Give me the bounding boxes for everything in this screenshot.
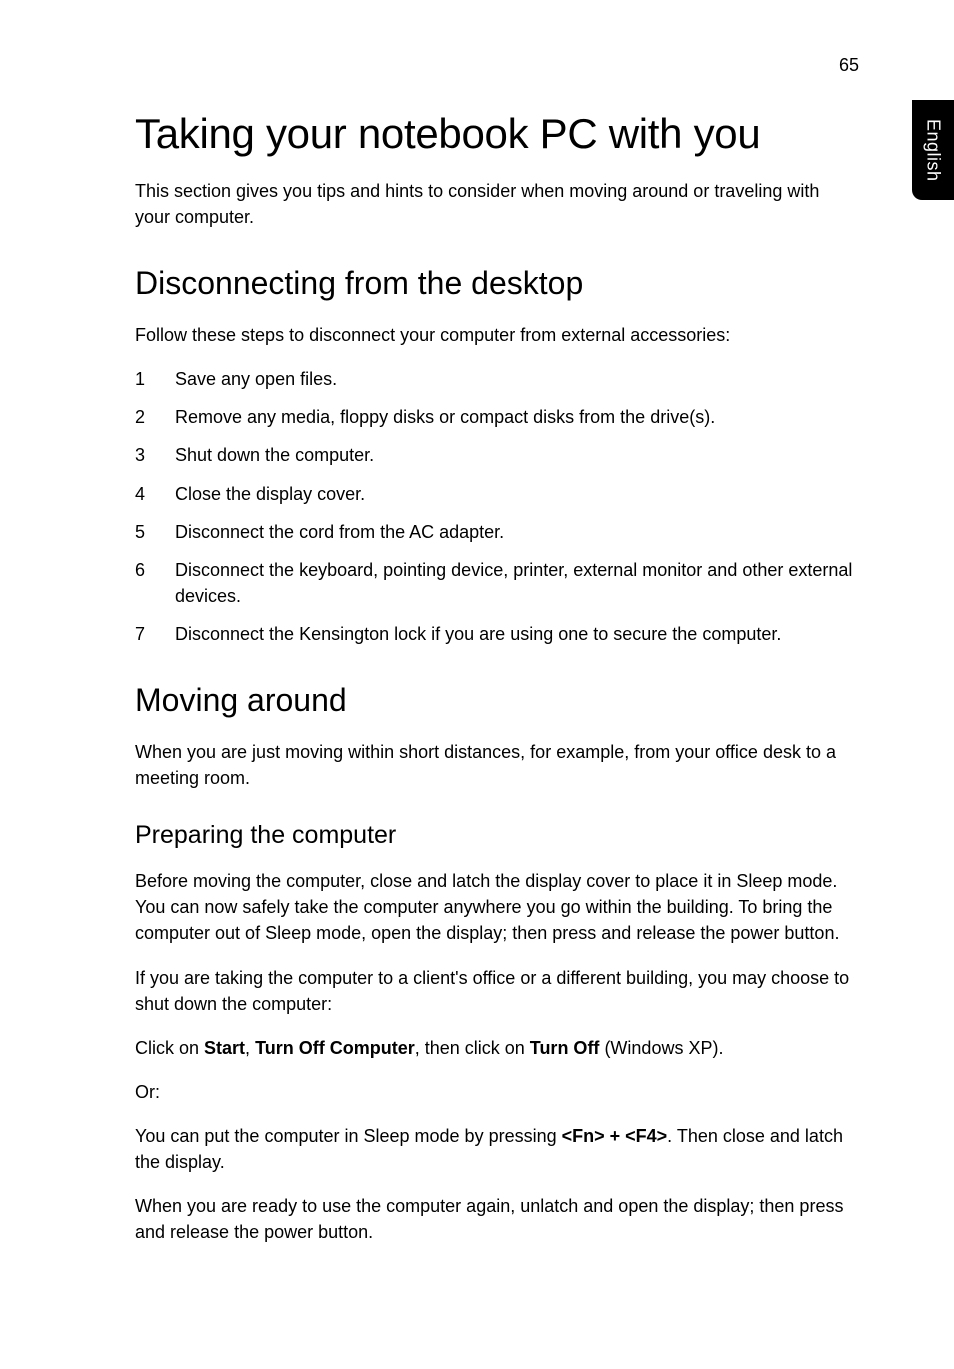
text-run: (Windows XP). xyxy=(599,1038,723,1058)
section-moving-lead: When you are just moving within short di… xyxy=(135,739,859,791)
step-text: Remove any media, floppy disks or compac… xyxy=(175,407,715,427)
list-item: 4 Close the display cover. xyxy=(135,481,859,507)
subsection-preparing-heading: Preparing the computer xyxy=(135,821,859,850)
disconnect-steps-list: 1 Save any open files. 2 Remove any media,… xyxy=(135,366,859,647)
step-number: 3 xyxy=(135,442,145,468)
step-number: 7 xyxy=(135,621,145,647)
step-text: Shut down the computer. xyxy=(175,445,374,465)
section-moving-heading: Moving around xyxy=(135,682,859,719)
text-run: Click on xyxy=(135,1038,204,1058)
page-content: Taking your notebook PC with you This se… xyxy=(135,60,859,1245)
body-paragraph: You can put the computer in Sleep mode b… xyxy=(135,1123,859,1175)
list-item: 7 Disconnect the Kensington lock if you a… xyxy=(135,621,859,647)
list-item: 3 Shut down the computer. xyxy=(135,442,859,468)
step-number: 2 xyxy=(135,404,145,430)
language-tab: English xyxy=(912,100,954,200)
step-text: Close the display cover. xyxy=(175,484,365,504)
page-title: Taking your notebook PC with you xyxy=(135,110,859,158)
text-run: , xyxy=(245,1038,255,1058)
body-paragraph: Or: xyxy=(135,1079,859,1105)
step-number: 4 xyxy=(135,481,145,507)
body-paragraph: Click on Start, Turn Off Computer, then … xyxy=(135,1035,859,1061)
list-item: 5 Disconnect the cord from the AC adapter… xyxy=(135,519,859,545)
text-run: , then click on xyxy=(415,1038,530,1058)
bold-text: Start xyxy=(204,1038,245,1058)
section-disconnecting-lead: Follow these steps to disconnect your co… xyxy=(135,322,859,348)
step-text: Disconnect the keyboard, pointing device… xyxy=(175,560,852,606)
section-disconnecting-heading: Disconnecting from the desktop xyxy=(135,265,859,302)
step-number: 6 xyxy=(135,557,145,583)
list-item: 6 Disconnect the keyboard, pointing devic… xyxy=(135,557,859,609)
list-item: 2 Remove any media, floppy disks or compa… xyxy=(135,404,859,430)
bold-text: <Fn> + <F4> xyxy=(562,1126,668,1146)
intro-paragraph: This section gives you tips and hints to… xyxy=(135,178,859,230)
text-run: You can put the computer in Sleep mode b… xyxy=(135,1126,562,1146)
body-paragraph: If you are taking the computer to a clie… xyxy=(135,965,859,1017)
step-text: Disconnect the cord from the AC adapter. xyxy=(175,522,504,542)
body-paragraph: When you are ready to use the computer a… xyxy=(135,1193,859,1245)
body-paragraph: Before moving the computer, close and la… xyxy=(135,868,859,946)
list-item: 1 Save any open files. xyxy=(135,366,859,392)
language-tab-label: English xyxy=(923,119,944,182)
bold-text: Turn Off Computer xyxy=(255,1038,415,1058)
bold-text: Turn Off xyxy=(530,1038,600,1058)
step-number: 5 xyxy=(135,519,145,545)
step-number: 1 xyxy=(135,366,145,392)
page-number: 65 xyxy=(839,55,859,76)
step-text: Disconnect the Kensington lock if you ar… xyxy=(175,624,781,644)
step-text: Save any open files. xyxy=(175,369,337,389)
